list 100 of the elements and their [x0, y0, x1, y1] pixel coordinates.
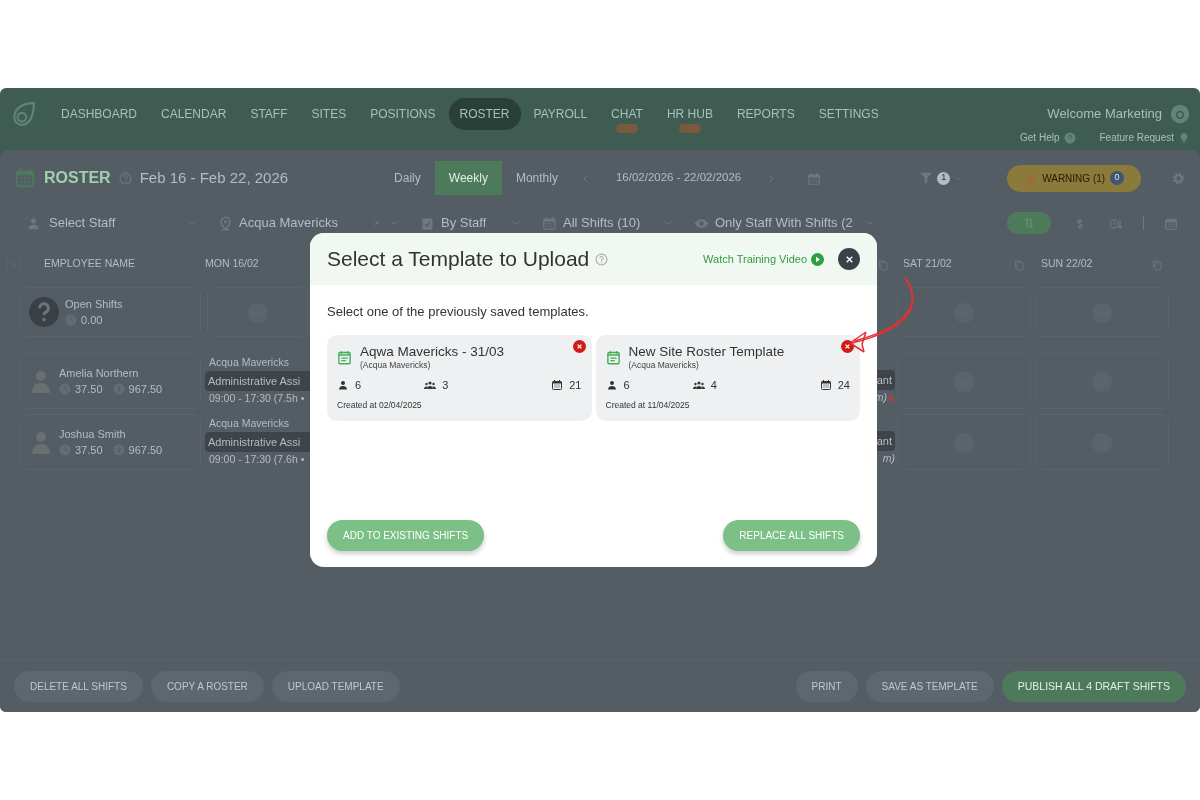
copy-icon: [1151, 258, 1163, 271]
footer-button[interactable]: DELETE ALL SHIFTS: [14, 671, 143, 702]
pay-value: 967.50: [128, 382, 163, 397]
template-site: (Acqua Mavericks): [360, 359, 432, 373]
calendar-icon: [807, 171, 822, 186]
delete-template-button[interactable]: [841, 339, 854, 353]
group-icon: [424, 379, 437, 392]
warning-button[interactable]: WARNING (1) 0: [1007, 164, 1141, 192]
created-date: Created at 11/04/2025: [605, 398, 691, 412]
alert-icon: [887, 394, 895, 403]
staff-count: 6: [355, 378, 362, 394]
footer-button[interactable]: COPY A ROSTER: [150, 671, 264, 702]
filter-button[interactable]: 1: [919, 171, 964, 185]
template-card[interactable]: New Site Roster Template (Acqua Mavericks) 6 4 24 Created at 11/04/2025: [595, 334, 860, 421]
hours-value: 37.50: [75, 382, 103, 397]
template-site: (Acqua Mavericks): [628, 359, 700, 373]
settings-icon: [1171, 171, 1186, 187]
copy-icon: [1013, 258, 1025, 271]
calendar-icon: [819, 379, 832, 392]
calendar-icon: [551, 379, 564, 392]
nav-link[interactable]: PAYROLL: [522, 98, 599, 130]
modal-title: Select a Template to Upload: [327, 246, 590, 272]
view-tab[interactable]: Weekly: [434, 161, 502, 195]
pay-value: 967.50: [128, 443, 163, 458]
staff-count: 6: [623, 378, 630, 394]
close-button[interactable]: [838, 248, 860, 270]
help-icon: [118, 171, 132, 185]
filter-dropdown[interactable]: By Staff: [416, 211, 526, 235]
template-name: Aqwa Mavericks - 31/03: [360, 344, 505, 360]
footer-button[interactable]: UPLOAD TEMPLATE: [271, 671, 400, 702]
warning-label: WARNING (1): [1042, 171, 1106, 186]
user-logo-icon[interactable]: [1170, 104, 1190, 124]
intro-text: Select one of the previously saved templates.: [327, 303, 590, 321]
location-pin-icon: [218, 215, 233, 231]
group-icon: [692, 379, 705, 392]
template-card[interactable]: Aqwa Mavericks - 31/03 (Acqua Mavericks) 6 3 21 Created at 02/04/2025: [327, 334, 592, 421]
view-tab[interactable]: Daily: [380, 161, 435, 195]
nav-link[interactable]: ROSTER: [448, 98, 521, 130]
nav-link[interactable]: SETTINGS: [807, 98, 890, 130]
shift-time: 09:00 - 17:30 (7.5h •: [208, 391, 306, 407]
feature-request-link[interactable]: Feature Request: [1099, 130, 1190, 145]
days-count: 24: [837, 378, 850, 394]
person-icon: [337, 379, 349, 392]
template-calendar-icon: [605, 349, 621, 365]
view-tab[interactable]: Monthly: [501, 161, 572, 195]
modal-action-button[interactable]: ADD TO EXISTING SHIFTS: [327, 520, 485, 551]
nav-link[interactable]: SITES: [300, 98, 358, 130]
nav-link[interactable]: CALENDAR: [150, 98, 238, 130]
sort-button[interactable]: [1007, 212, 1051, 234]
footer-button[interactable]: PRINT: [795, 671, 858, 702]
person-icon: [605, 379, 618, 392]
shift-site: Acqua Mavericks: [208, 416, 290, 431]
hours-value: 37.50: [75, 443, 103, 458]
sort-icon: [1023, 217, 1035, 229]
help-icon: [595, 252, 609, 266]
nav-link[interactable]: POSITIONS: [359, 98, 447, 130]
column-header: SUN 22/02: [1041, 256, 1093, 272]
hours-value: 0.00: [81, 313, 103, 328]
filter-dropdown[interactable]: All Shifts (10): [538, 211, 678, 235]
nav-link[interactable]: DASHBOARD: [50, 98, 148, 130]
delete-template-button[interactable]: [572, 339, 586, 353]
question-avatar-icon: [29, 297, 59, 327]
nav-link[interactable]: STAFF: [239, 98, 299, 130]
leaf-logo-icon: [10, 100, 36, 128]
days-count: 21: [569, 378, 582, 394]
get-help-link[interactable]: Get Help: [1020, 130, 1076, 145]
training-video-link[interactable]: Watch Training Video: [703, 250, 824, 268]
nav-link[interactable]: REPORTS: [725, 98, 806, 130]
nav-link[interactable]: CHAT: [600, 98, 654, 130]
shift-position: Administrative Assi: [205, 431, 310, 453]
calendar-icon: [1164, 216, 1178, 231]
staff-select-field[interactable]: Select Staff: [47, 212, 167, 234]
filter-count: 1: [937, 171, 951, 185]
date-range-title: Feb 16 - Feb 22, 2026: [139, 167, 289, 188]
help-icon: [1063, 131, 1076, 144]
calendar-icon: [542, 215, 557, 231]
template-name: New Site Roster Template: [628, 344, 785, 360]
positions-count: 4: [710, 378, 717, 394]
publish-button[interactable]: PUBLISH ALL 4 DRAFT SHIFTS: [1001, 670, 1186, 703]
footer-button[interactable]: SAVE AS TEMPLATE: [865, 671, 994, 702]
created-date: Created at 02/04/2025: [337, 398, 423, 412]
employee-name: Joshua Smith: [59, 426, 127, 442]
clock-sort-icon: [1109, 216, 1123, 231]
shift-time: m): [882, 451, 895, 467]
shift-time: 09:00 - 17:30 (7.6h •: [208, 452, 306, 468]
roster-calendar-icon: [14, 167, 36, 189]
filter-icon: [919, 171, 934, 185]
shift-site: Acqua Mavericks: [208, 355, 290, 370]
positions-count: 3: [442, 378, 449, 394]
warning-count: 0: [1110, 171, 1125, 185]
play-icon: [811, 252, 824, 266]
lightbulb-icon: [1178, 131, 1190, 144]
employee-name: Open Shifts: [65, 296, 123, 312]
template-calendar-icon: [337, 349, 352, 365]
week-date-range: 16/02/2026 - 22/02/2026: [615, 170, 742, 186]
filter-dropdown[interactable]: Acqua Mavericks: [214, 211, 404, 235]
modal-action-button[interactable]: REPLACE ALL SHIFTS: [723, 520, 860, 551]
nav-link[interactable]: HR HUB: [655, 98, 724, 130]
employee-name: Amelia Northern: [59, 365, 140, 381]
filter-dropdown[interactable]: Only Staff With Shifts (2: [690, 211, 880, 235]
